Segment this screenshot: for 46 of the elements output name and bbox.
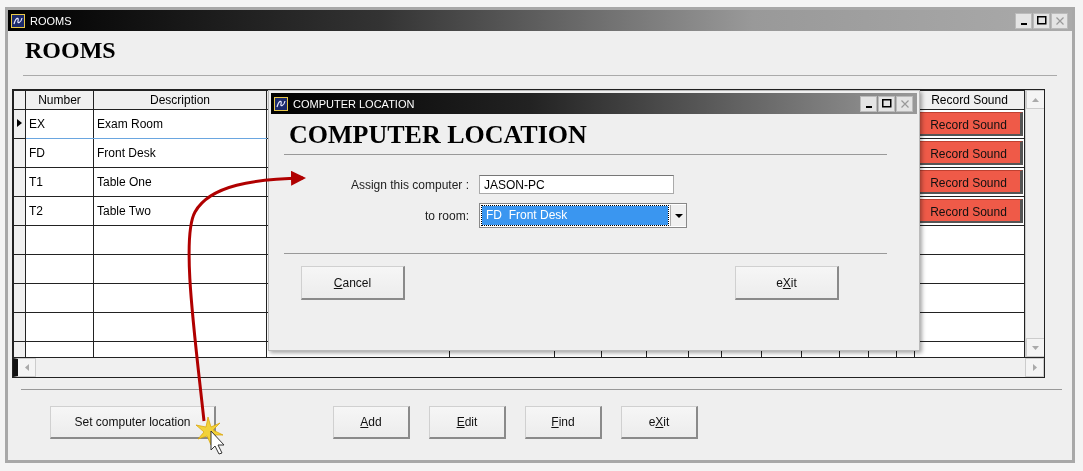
table-cell: Front Desk: [93, 138, 267, 168]
close-icon: [1055, 16, 1064, 25]
page-heading: ROOMS: [25, 37, 117, 65]
scroll-right-icon: [1031, 363, 1038, 372]
window-title: ROOMS: [30, 14, 73, 27]
button[interactable]: Find: [525, 406, 602, 439]
scroll-down-icon: [1031, 344, 1040, 351]
minimize-button[interactable]: [1015, 12, 1032, 29]
computer-name-field[interactable]: JASON-PC: [479, 175, 674, 194]
dialog-title: COMPUTER LOCATION: [293, 97, 416, 110]
close-icon: [900, 99, 909, 108]
dialog-heading: COMPUTER LOCATION: [289, 120, 588, 150]
app-icon: [274, 96, 288, 111]
scroll-up-icon: [1031, 96, 1040, 103]
vertical-scrollbar[interactable]: [1025, 90, 1044, 357]
maximize-button[interactable]: [1033, 12, 1050, 29]
field-label: to room:: [424, 208, 469, 223]
minimize-icon: [1020, 22, 1027, 25]
table-cell: FD: [25, 138, 94, 168]
cursor-icon: [210, 430, 225, 455]
scroll-left-icon: [23, 363, 30, 372]
row-pointer-icon: [16, 118, 23, 128]
minimize-icon: [865, 105, 872, 108]
table-cell: Table Two: [93, 196, 267, 226]
table-cell: Table One: [93, 167, 267, 197]
button[interactable]: Cancel: [301, 266, 405, 300]
button[interactable]: eXit: [735, 266, 839, 300]
table-cell: T2: [25, 196, 94, 226]
horizontal-scrollbar[interactable]: [13, 357, 1044, 377]
maximize-button[interactable]: [878, 95, 895, 112]
app-icon: [11, 13, 25, 28]
dropdown-arrow-icon: [673, 212, 684, 219]
field-label: Assign this computer :: [349, 177, 469, 192]
table-cell: Exam Room: [93, 109, 267, 139]
minimize-button[interactable]: [860, 95, 877, 112]
button[interactable]: Edit: [429, 406, 506, 439]
maximize-icon: [881, 99, 892, 108]
table-cell: EX: [25, 109, 94, 139]
maximize-icon: [1036, 16, 1047, 25]
button[interactable]: Set computer location: [50, 406, 216, 439]
sparkle-icon: [195, 416, 224, 446]
button[interactable]: eXit: [621, 406, 698, 439]
table-cell: T1: [25, 167, 94, 197]
button[interactable]: Add: [333, 406, 410, 439]
column-header: Number: [25, 90, 94, 110]
column-header: Description: [93, 90, 267, 110]
